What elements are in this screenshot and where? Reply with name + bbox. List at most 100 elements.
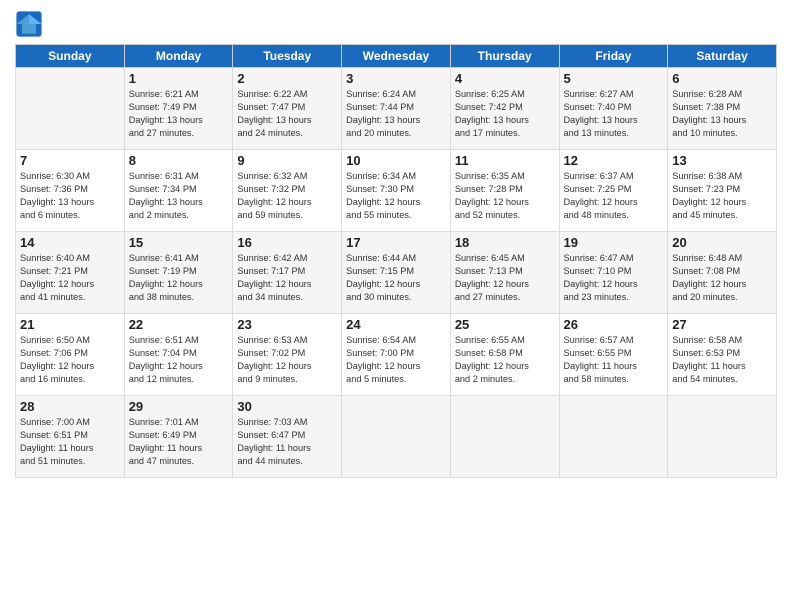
day-number: 25 — [455, 317, 555, 332]
day-cell: 22 Sunrise: 6:51 AM Sunset: 7:04 PM Dayli… — [124, 314, 233, 396]
day-number: 10 — [346, 153, 446, 168]
day-cell: 4 Sunrise: 6:25 AM Sunset: 7:42 PM Daylig… — [450, 68, 559, 150]
day-info: Sunrise: 6:48 AM Sunset: 7:08 PM Dayligh… — [672, 252, 772, 304]
day-cell: 25 Sunrise: 6:55 AM Sunset: 6:58 PM Dayli… — [450, 314, 559, 396]
day-info: Sunrise: 6:40 AM Sunset: 7:21 PM Dayligh… — [20, 252, 120, 304]
day-number: 5 — [564, 71, 664, 86]
day-number: 29 — [129, 399, 229, 414]
week-row-2: 7 Sunrise: 6:30 AM Sunset: 7:36 PM Daylig… — [16, 150, 777, 232]
week-row-5: 28 Sunrise: 7:00 AM Sunset: 6:51 PM Dayli… — [16, 396, 777, 478]
day-cell: 30 Sunrise: 7:03 AM Sunset: 6:47 PM Dayli… — [233, 396, 342, 478]
day-cell: 13 Sunrise: 6:38 AM Sunset: 7:23 PM Dayli… — [668, 150, 777, 232]
col-header-tuesday: Tuesday — [233, 45, 342, 68]
day-cell: 2 Sunrise: 6:22 AM Sunset: 7:47 PM Daylig… — [233, 68, 342, 150]
day-cell: 21 Sunrise: 6:50 AM Sunset: 7:06 PM Dayli… — [16, 314, 125, 396]
day-cell: 19 Sunrise: 6:47 AM Sunset: 7:10 PM Dayli… — [559, 232, 668, 314]
day-cell: 18 Sunrise: 6:45 AM Sunset: 7:13 PM Dayli… — [450, 232, 559, 314]
day-number: 4 — [455, 71, 555, 86]
day-number: 11 — [455, 153, 555, 168]
day-cell: 20 Sunrise: 6:48 AM Sunset: 7:08 PM Dayli… — [668, 232, 777, 314]
logo — [15, 10, 47, 38]
day-number: 17 — [346, 235, 446, 250]
day-info: Sunrise: 6:55 AM Sunset: 6:58 PM Dayligh… — [455, 334, 555, 386]
day-info: Sunrise: 6:31 AM Sunset: 7:34 PM Dayligh… — [129, 170, 229, 222]
day-info: Sunrise: 6:54 AM Sunset: 7:00 PM Dayligh… — [346, 334, 446, 386]
day-info: Sunrise: 7:03 AM Sunset: 6:47 PM Dayligh… — [237, 416, 337, 468]
day-info: Sunrise: 7:00 AM Sunset: 6:51 PM Dayligh… — [20, 416, 120, 468]
day-cell: 15 Sunrise: 6:41 AM Sunset: 7:19 PM Dayli… — [124, 232, 233, 314]
day-cell: 5 Sunrise: 6:27 AM Sunset: 7:40 PM Daylig… — [559, 68, 668, 150]
day-number: 27 — [672, 317, 772, 332]
day-number: 14 — [20, 235, 120, 250]
day-number: 6 — [672, 71, 772, 86]
day-info: Sunrise: 6:25 AM Sunset: 7:42 PM Dayligh… — [455, 88, 555, 140]
day-info: Sunrise: 6:41 AM Sunset: 7:19 PM Dayligh… — [129, 252, 229, 304]
header — [15, 10, 777, 38]
header-row: SundayMondayTuesdayWednesdayThursdayFrid… — [16, 45, 777, 68]
day-cell: 8 Sunrise: 6:31 AM Sunset: 7:34 PM Daylig… — [124, 150, 233, 232]
day-cell: 9Sunrise: 6:32 AM Sunset: 7:32 PM Daylig… — [233, 150, 342, 232]
day-number: 28 — [20, 399, 120, 414]
day-info: Sunrise: 6:51 AM Sunset: 7:04 PM Dayligh… — [129, 334, 229, 386]
day-cell: 11Sunrise: 6:35 AM Sunset: 7:28 PM Dayli… — [450, 150, 559, 232]
day-number: 13 — [672, 153, 772, 168]
day-number: 21 — [20, 317, 120, 332]
day-info: Sunrise: 6:37 AM Sunset: 7:25 PM Dayligh… — [564, 170, 664, 222]
day-info: Sunrise: 6:45 AM Sunset: 7:13 PM Dayligh… — [455, 252, 555, 304]
day-number: 19 — [564, 235, 664, 250]
day-cell: 16 Sunrise: 6:42 AM Sunset: 7:17 PM Dayli… — [233, 232, 342, 314]
day-cell: 14 Sunrise: 6:40 AM Sunset: 7:21 PM Dayli… — [16, 232, 125, 314]
logo-icon — [15, 10, 43, 38]
day-cell — [559, 396, 668, 478]
day-cell: 23Sunrise: 6:53 AM Sunset: 7:02 PM Dayli… — [233, 314, 342, 396]
day-number: 20 — [672, 235, 772, 250]
day-cell: 10 Sunrise: 6:34 AM Sunset: 7:30 PM Dayli… — [342, 150, 451, 232]
day-number: 24 — [346, 317, 446, 332]
day-info: Sunrise: 6:50 AM Sunset: 7:06 PM Dayligh… — [20, 334, 120, 386]
day-cell: 27Sunrise: 6:58 AM Sunset: 6:53 PM Dayli… — [668, 314, 777, 396]
col-header-thursday: Thursday — [450, 45, 559, 68]
day-number: 8 — [129, 153, 229, 168]
day-info: Sunrise: 6:21 AM Sunset: 7:49 PM Dayligh… — [129, 88, 229, 140]
day-info: Sunrise: 6:28 AM Sunset: 7:38 PM Dayligh… — [672, 88, 772, 140]
day-number: 18 — [455, 235, 555, 250]
day-info: Sunrise: 6:24 AM Sunset: 7:44 PM Dayligh… — [346, 88, 446, 140]
day-info: Sunrise: 6:30 AM Sunset: 7:36 PM Dayligh… — [20, 170, 120, 222]
day-info: Sunrise: 6:57 AM Sunset: 6:55 PM Dayligh… — [564, 334, 664, 386]
day-cell — [342, 396, 451, 478]
day-cell: 17Sunrise: 6:44 AM Sunset: 7:15 PM Dayli… — [342, 232, 451, 314]
day-cell — [16, 68, 125, 150]
day-number: 30 — [237, 399, 337, 414]
col-header-sunday: Sunday — [16, 45, 125, 68]
day-info: Sunrise: 6:22 AM Sunset: 7:47 PM Dayligh… — [237, 88, 337, 140]
page: SundayMondayTuesdayWednesdayThursdayFrid… — [0, 0, 792, 612]
day-number: 7 — [20, 153, 120, 168]
day-cell: 12 Sunrise: 6:37 AM Sunset: 7:25 PM Dayli… — [559, 150, 668, 232]
day-number: 12 — [564, 153, 664, 168]
day-cell: 26Sunrise: 6:57 AM Sunset: 6:55 PM Dayli… — [559, 314, 668, 396]
day-number: 1 — [129, 71, 229, 86]
day-cell: 24 Sunrise: 6:54 AM Sunset: 7:00 PM Dayli… — [342, 314, 451, 396]
col-header-monday: Monday — [124, 45, 233, 68]
week-row-3: 14 Sunrise: 6:40 AM Sunset: 7:21 PM Dayli… — [16, 232, 777, 314]
day-info: Sunrise: 6:27 AM Sunset: 7:40 PM Dayligh… — [564, 88, 664, 140]
day-number: 22 — [129, 317, 229, 332]
day-cell — [450, 396, 559, 478]
day-cell — [668, 396, 777, 478]
day-number: 9 — [237, 153, 337, 168]
day-number: 15 — [129, 235, 229, 250]
col-header-saturday: Saturday — [668, 45, 777, 68]
day-info: Sunrise: 6:42 AM Sunset: 7:17 PM Dayligh… — [237, 252, 337, 304]
day-number: 3 — [346, 71, 446, 86]
col-header-friday: Friday — [559, 45, 668, 68]
day-info: Sunrise: 6:34 AM Sunset: 7:30 PM Dayligh… — [346, 170, 446, 222]
calendar: SundayMondayTuesdayWednesdayThursdayFrid… — [15, 44, 777, 478]
day-info: Sunrise: 7:01 AM Sunset: 6:49 PM Dayligh… — [129, 416, 229, 468]
week-row-4: 21 Sunrise: 6:50 AM Sunset: 7:06 PM Dayli… — [16, 314, 777, 396]
day-number: 23 — [237, 317, 337, 332]
day-info: Sunrise: 6:47 AM Sunset: 7:10 PM Dayligh… — [564, 252, 664, 304]
day-info: Sunrise: 6:38 AM Sunset: 7:23 PM Dayligh… — [672, 170, 772, 222]
week-row-1: 1 Sunrise: 6:21 AM Sunset: 7:49 PM Daylig… — [16, 68, 777, 150]
day-number: 16 — [237, 235, 337, 250]
day-number: 2 — [237, 71, 337, 86]
